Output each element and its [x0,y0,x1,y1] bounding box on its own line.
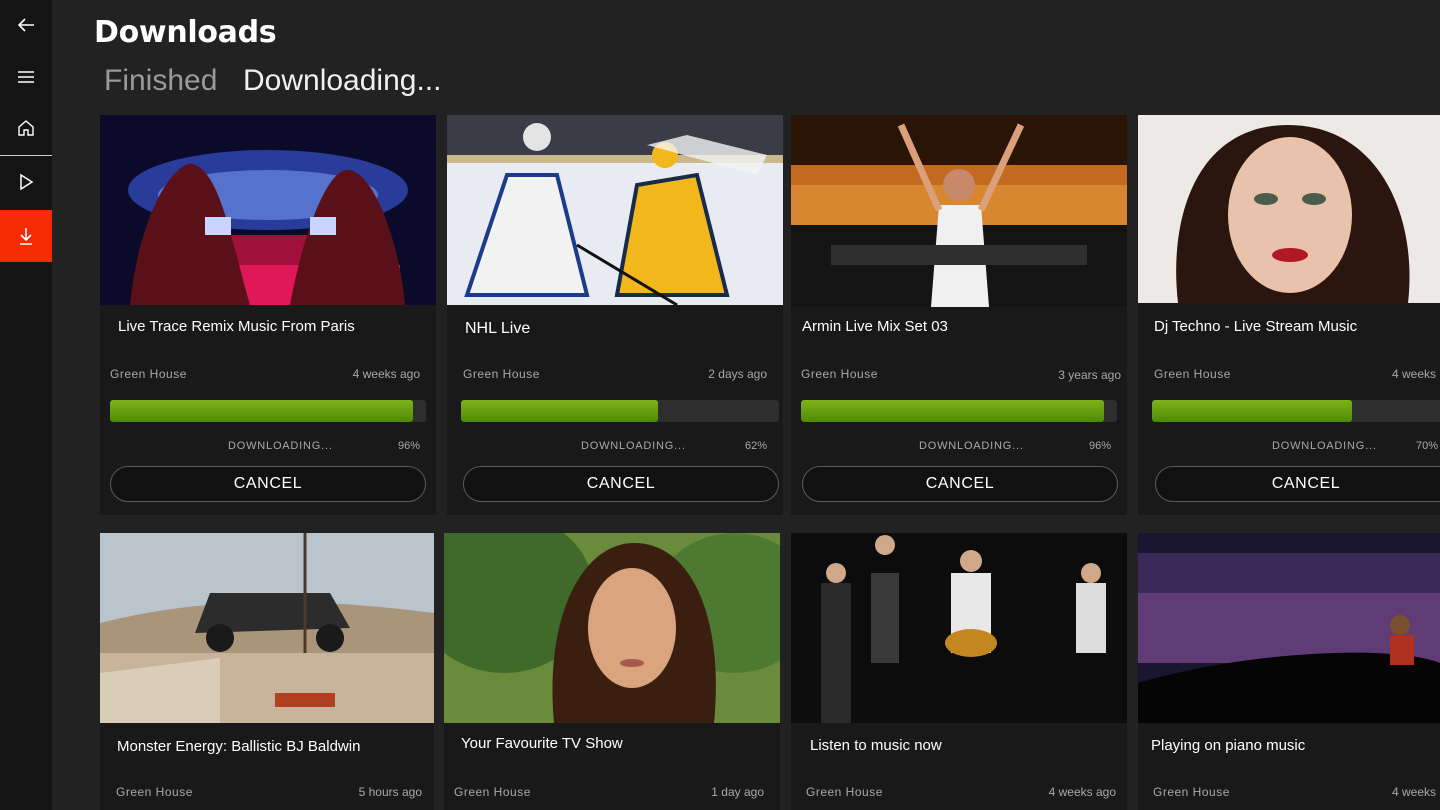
channel-name: Green House [1154,367,1231,381]
play-icon [20,173,34,191]
hamburger-menu-icon [18,71,34,83]
upload-time: 2 days ago [708,367,767,381]
download-percent: 96% [397,440,420,452]
thumbnail-woman-outdoors[interactable] [444,533,780,723]
progress-fill [801,400,1105,422]
thumbnail-band-concert[interactable] [791,533,1127,723]
download-status: DOWNLOADING... [581,440,686,452]
card-title: Monster Energy: Ballistic BJ Baldwin [117,738,361,755]
progress-fill [110,400,414,422]
downloads-button[interactable] [0,210,52,262]
download-card[interactable]: Live Trace Remix Music From Paris Green … [100,115,436,515]
upload-time: 4 weeks ago [352,367,420,381]
download-card[interactable]: Armin Live Mix Set 03 Green House 3 year… [791,115,1127,515]
sidebar [0,0,52,810]
upload-time: 5 hours ago [358,785,422,799]
progress-bar [1152,400,1440,422]
card-title: Dj Techno - Live Stream Music [1154,318,1358,335]
card-title: NHL Live [465,320,531,337]
thumbnail-dj-hoodies[interactable] [100,115,436,305]
upload-time: 1 day ago [711,785,764,799]
download-status: DOWNLOADING... [1272,440,1377,452]
home-button[interactable] [0,103,52,153]
progress-bar [461,400,779,422]
download-status: DOWNLOADING... [228,440,333,452]
tab-downloading[interactable]: Downloading... [243,64,441,98]
thumbnail-portrait[interactable] [1138,115,1440,303]
progress-fill [461,400,659,422]
upload-time: 4 weeks [1391,367,1436,381]
channel-name: Green House [454,785,531,799]
channel-name: Green House [116,785,193,799]
channel-name: Green House [801,367,878,381]
download-icon [20,228,32,245]
page-title: Downloads [94,15,277,50]
thumbnail-dj-stage[interactable] [791,115,1127,307]
video-card[interactable]: Monster Energy: Ballistic BJ Baldwin Gre… [100,533,434,810]
menu-button[interactable] [0,52,52,102]
upload-time: 3 years ago [1058,368,1121,382]
video-card[interactable]: Your Favourite TV Show Green House 1 day… [444,533,780,810]
cancel-button[interactable]: CANCEL [463,466,779,502]
download-percent: 96% [1088,440,1111,452]
player-button[interactable] [0,157,52,207]
download-card[interactable]: NHL Live Green House 2 days ago DOWNLOAD… [447,115,783,515]
back-button[interactable] [0,0,52,50]
cancel-button[interactable]: CANCEL [1155,466,1440,502]
download-percent: 70% [1415,440,1438,452]
nav-divider [0,155,52,156]
back-arrow-icon [17,18,34,32]
thumbnail-hockey[interactable] [447,115,783,305]
channel-name: Green House [806,785,883,799]
home-icon [18,120,34,136]
upload-time: 4 weeks [1391,785,1436,799]
cancel-button[interactable]: CANCEL [110,466,426,502]
channel-name: Green House [1153,785,1230,799]
cancel-button[interactable]: CANCEL [802,466,1118,502]
thumbnail-piano-concert[interactable] [1138,533,1440,723]
progress-fill [1152,400,1353,422]
download-card[interactable]: Dj Techno - Live Stream Music Green Hous… [1138,115,1440,515]
card-title: Playing on piano music [1151,737,1306,754]
card-title: Listen to music now [810,737,942,754]
progress-bar [801,400,1117,422]
channel-name: Green House [110,367,187,381]
video-card[interactable]: Listen to music now Green House 4 weeks … [791,533,1127,810]
card-title: Armin Live Mix Set 03 [802,318,948,335]
upload-time: 4 weeks ago [1048,785,1116,799]
card-title: Live Trace Remix Music From Paris [118,318,355,335]
channel-name: Green House [463,367,540,381]
video-card[interactable]: Playing on piano music Green House 4 wee… [1138,533,1440,810]
tab-finished[interactable]: Finished [104,64,217,98]
card-title: Your Favourite TV Show [461,735,623,752]
download-status: DOWNLOADING... [919,440,1024,452]
download-percent: 62% [744,440,767,452]
thumbnail-truck[interactable] [100,533,434,723]
progress-bar [110,400,426,422]
